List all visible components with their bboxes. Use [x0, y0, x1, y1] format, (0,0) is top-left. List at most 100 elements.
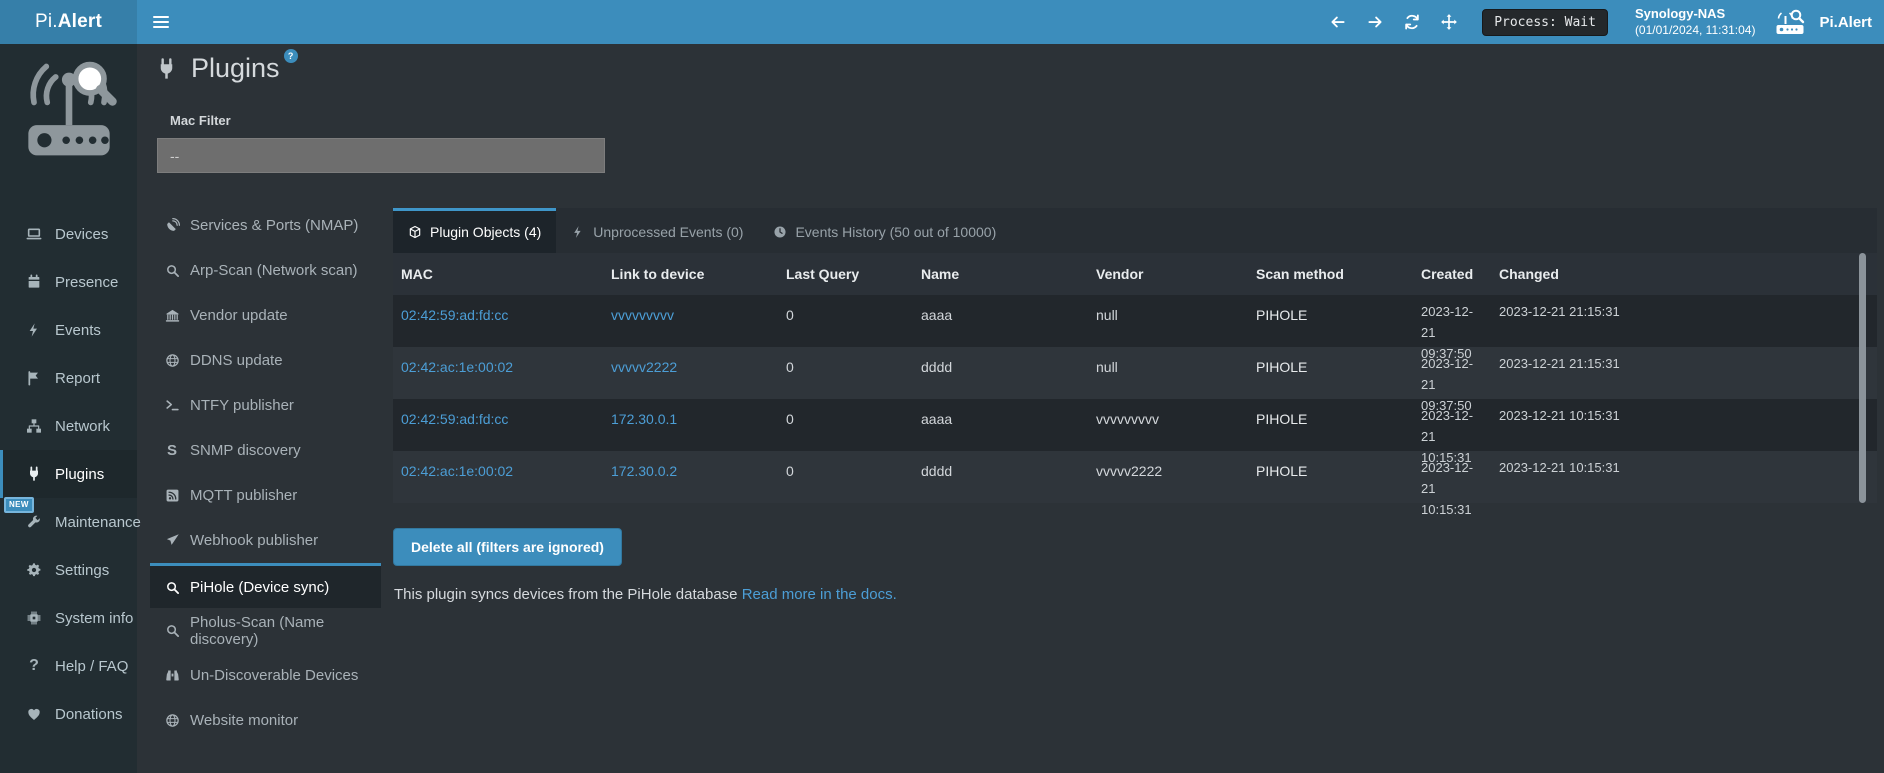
plugin-menu-label: PiHole (Device sync) [190, 579, 329, 596]
cell-created: 2023-12-21 10:15:31 [1413, 451, 1491, 520]
mac-filter-input[interactable] [157, 138, 605, 173]
hamburger-menu-icon[interactable] [137, 0, 185, 44]
sidebar-item-label: Help / FAQ [55, 658, 128, 675]
plugin-menu-label: Webhook publisher [190, 532, 318, 549]
plugin-menu-item-pihole-device-sync[interactable]: PiHole (Device sync) [150, 563, 381, 608]
satellite-dish-icon [163, 218, 181, 233]
delete-all-button[interactable]: Delete all (filters are ignored) [393, 528, 622, 566]
column-header-created: Created [1413, 266, 1491, 282]
sidebar-item-label: Settings [55, 562, 109, 579]
cell-link: vvvvvvvvv [603, 295, 778, 325]
read-more-link[interactable]: Read more in the docs. [742, 586, 897, 603]
sidebar-item-plugins[interactable]: Plugins [0, 450, 137, 498]
plugin-menu: Services & Ports (NMAP)Arp-Scan (Network… [150, 203, 381, 743]
sidebar-item-system-info[interactable]: System info [0, 594, 137, 642]
plugin-menu-item-website-monitor[interactable]: Website monitor [150, 698, 381, 743]
device-link[interactable]: 172.30.0.1 [611, 411, 677, 427]
plugin-menu-item-un-discoverable-devices[interactable]: Un-Discoverable Devices [150, 653, 381, 698]
column-header-scan-method: Scan method [1248, 266, 1413, 282]
binoculars-icon [163, 668, 181, 683]
cell-vendor: vvvvv2222 [1088, 451, 1248, 481]
bolt-icon [571, 225, 585, 239]
sidebar-item-maintenance[interactable]: MaintenanceNEW [0, 498, 137, 546]
bank-icon [163, 308, 181, 323]
cell-vendor: vvvvvvvvv [1088, 399, 1248, 429]
plugin-menu-label: Vendor update [190, 307, 288, 324]
table-header-row: MACLink to deviceLast QueryNameVendorSca… [393, 253, 1877, 295]
plugin-panel: Plugin Objects (4) Unprocessed Events (0)… [393, 208, 1877, 503]
sidebar-item-label: Network [55, 418, 110, 435]
plugin-menu-item-ntfy-publisher[interactable]: NTFY publisher [150, 383, 381, 428]
column-header-link-to-device: Link to device [603, 266, 778, 282]
sidebar-item-devices[interactable]: Devices [0, 210, 137, 258]
plugin-menu-item-snmp-discovery[interactable]: SSNMP discovery [150, 428, 381, 473]
tab-unprocessed-events-0[interactable]: Unprocessed Events (0) [556, 208, 758, 253]
globe-icon [163, 713, 181, 728]
tab-events-history-50-out-of-10000[interactable]: Events History (50 out of 10000) [758, 208, 1011, 253]
cell-link: vvvvv2222 [603, 347, 778, 377]
page-title-row: Plugins ? [155, 52, 298, 84]
plugin-menu-item-vendor-update[interactable]: Vendor update [150, 293, 381, 338]
cell-mac: 02:42:59:ad:fd:cc [393, 399, 603, 429]
sitemap-icon [24, 418, 44, 434]
sidebar-item-label: Report [55, 370, 100, 387]
top-header: Pi.Alert Process: Wait Synology-NAS (01/… [0, 0, 1884, 44]
back-arrow-icon[interactable] [1326, 10, 1350, 34]
plugin-menu-item-services-ports-nmap[interactable]: Services & Ports (NMAP) [150, 203, 381, 248]
calendar-icon [24, 274, 44, 290]
sidebar-item-help-faq[interactable]: ? Help / FAQ [0, 642, 137, 690]
mac-link[interactable]: 02:42:ac:1e:00:02 [401, 359, 513, 375]
mac-link[interactable]: 02:42:ac:1e:00:02 [401, 463, 513, 479]
cell-changed: 2023-12-21 21:15:31 [1491, 295, 1877, 323]
sidebar-menu: Devices Presence Events Report Network Plugin… [0, 210, 137, 738]
terminal-icon [163, 398, 181, 413]
forward-arrow-icon[interactable] [1363, 10, 1387, 34]
sidebar-item-settings[interactable]: Settings [0, 546, 137, 594]
globe-icon [163, 353, 181, 368]
device-link[interactable]: vvvvv2222 [611, 359, 677, 375]
question-icon: ? [24, 657, 44, 675]
sidebar-item-label: Plugins [55, 466, 104, 483]
search-icon [163, 623, 181, 638]
cell-scan-method: PIHOLE [1248, 295, 1413, 325]
cell-name: dddd [913, 451, 1088, 481]
plugin-menu-item-ddns-update[interactable]: DDNS update [150, 338, 381, 383]
sidebar-item-label: Events [55, 322, 101, 339]
tab-plugin-objects-4[interactable]: Plugin Objects (4) [393, 208, 556, 253]
sidebar-item-label: System info [55, 610, 133, 627]
move-icon[interactable] [1437, 10, 1461, 34]
app-logo[interactable]: Pi.Alert [0, 0, 137, 44]
plugin-menu-item-webhook-publisher[interactable]: Webhook publisher [150, 518, 381, 563]
plugin-menu-item-mqtt-publisher[interactable]: MQTT publisher [150, 473, 381, 518]
device-link[interactable]: vvvvvvvvv [611, 307, 674, 323]
rss-square-icon [163, 488, 181, 503]
plugin-menu-item-pholus-scan-name-discovery[interactable]: Pholus-Scan (Name discovery) [150, 608, 381, 653]
mac-link[interactable]: 02:42:59:ad:fd:cc [401, 307, 508, 323]
table-scrollbar[interactable] [1859, 253, 1866, 503]
sidebar-item-label: Presence [55, 274, 118, 291]
sidebar-item-events[interactable]: Events [0, 306, 137, 354]
process-status-badge: Process: Wait [1482, 9, 1608, 36]
sidebar-item-donations[interactable]: Donations [0, 690, 137, 738]
sidebar-item-presence[interactable]: Presence [0, 258, 137, 306]
cell-link: 172.30.0.1 [603, 399, 778, 429]
mac-link[interactable]: 02:42:59:ad:fd:cc [401, 411, 508, 427]
brand-prefix: Pi. [35, 11, 58, 33]
device-link[interactable]: 172.30.0.2 [611, 463, 677, 479]
cell-last-query: 0 [778, 347, 913, 377]
help-badge[interactable]: ? [284, 49, 298, 63]
heart-icon [24, 706, 44, 722]
cell-mac: 02:42:ac:1e:00:02 [393, 451, 603, 481]
refresh-icon[interactable] [1400, 10, 1424, 34]
cell-changed: 2023-12-21 21:15:31 [1491, 347, 1877, 375]
tab-label: Plugin Objects (4) [430, 224, 541, 240]
sidebar-item-network[interactable]: Network [0, 402, 137, 450]
plugin-menu-item-arp-scan-network-scan[interactable]: Arp-Scan (Network scan) [150, 248, 381, 293]
snmp-letter-icon: S [163, 443, 181, 458]
plugin-menu-label: DDNS update [190, 352, 283, 369]
table-row: 02:42:59:ad:fd:ccvvvvvvvvv0aaaanullPIHOL… [393, 295, 1877, 347]
cell-scan-method: PIHOLE [1248, 347, 1413, 377]
sidebar-item-report[interactable]: Report [0, 354, 137, 402]
cell-last-query: 0 [778, 399, 913, 429]
cube-icon [408, 225, 422, 239]
